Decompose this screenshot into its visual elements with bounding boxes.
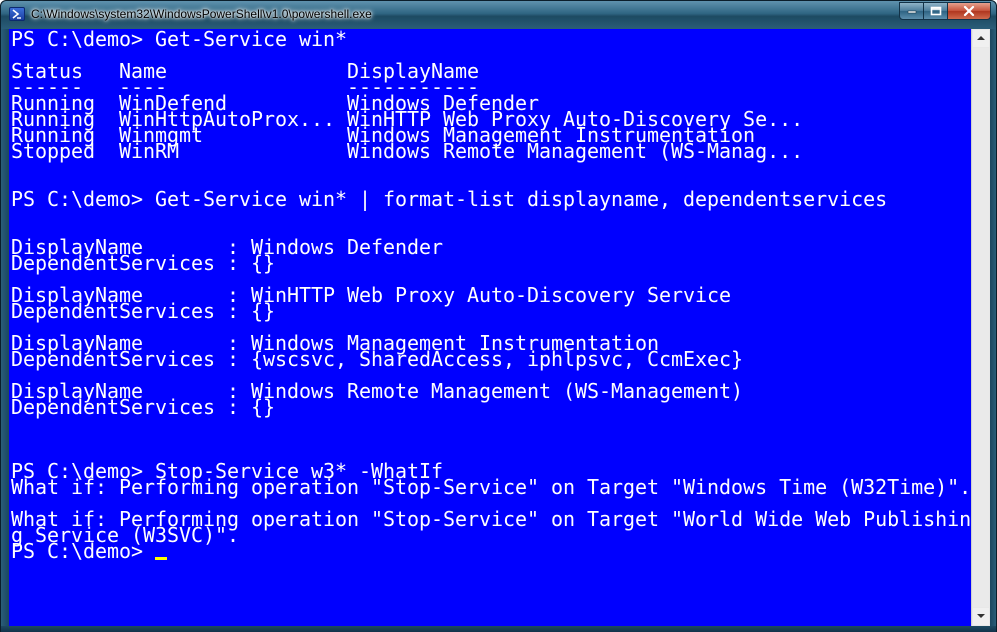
- text-cursor: [155, 557, 168, 560]
- minimize-button[interactable]: [899, 2, 924, 20]
- window-frame-right: [990, 29, 996, 626]
- arrow-down-icon: [977, 614, 985, 618]
- window-title: C:\Windows\system32\WindowsPowerShell\v1…: [31, 7, 372, 21]
- close-icon: [963, 5, 975, 17]
- arrow-up-icon: [977, 36, 985, 40]
- console-line: PS C:\demo> Get-Service win* | format-li…: [11, 187, 888, 211]
- maximize-icon: [930, 6, 941, 16]
- scroll-down-button[interactable]: [973, 608, 989, 625]
- window-frame-bottom: [1, 626, 996, 632]
- console-line: PS C:\demo>: [11, 541, 971, 561]
- console-line: DependentServices : {wscsvc, SharedAcces…: [11, 347, 744, 371]
- console-output[interactable]: PS C:\demo> Get-Service win* Status Name …: [9, 29, 971, 626]
- console-line: What if: Performing operation "Stop-Serv…: [11, 475, 971, 499]
- console-line: DependentServices : {}: [11, 251, 276, 275]
- scroll-track[interactable]: [973, 48, 989, 607]
- window-frame-left: [1, 29, 9, 626]
- console-line: Stopped WinRM Windows Remote Management …: [11, 139, 804, 163]
- console-line: PS C:\demo> Get-Service win*: [11, 29, 348, 51]
- vertical-scrollbar[interactable]: [971, 29, 990, 626]
- console-text: PS C:\demo> Get-Service win* Status Name …: [11, 29, 971, 561]
- scroll-up-button[interactable]: [973, 30, 989, 47]
- close-button[interactable]: [947, 2, 991, 20]
- powershell-window: C:\Windows\system32\WindowsPowerShell\v1…: [0, 0, 997, 632]
- powershell-icon[interactable]: [9, 7, 25, 21]
- title-bar[interactable]: C:\Windows\system32\WindowsPowerShell\v1…: [1, 1, 996, 29]
- maximize-button[interactable]: [923, 2, 948, 20]
- minimize-icon: [907, 10, 916, 14]
